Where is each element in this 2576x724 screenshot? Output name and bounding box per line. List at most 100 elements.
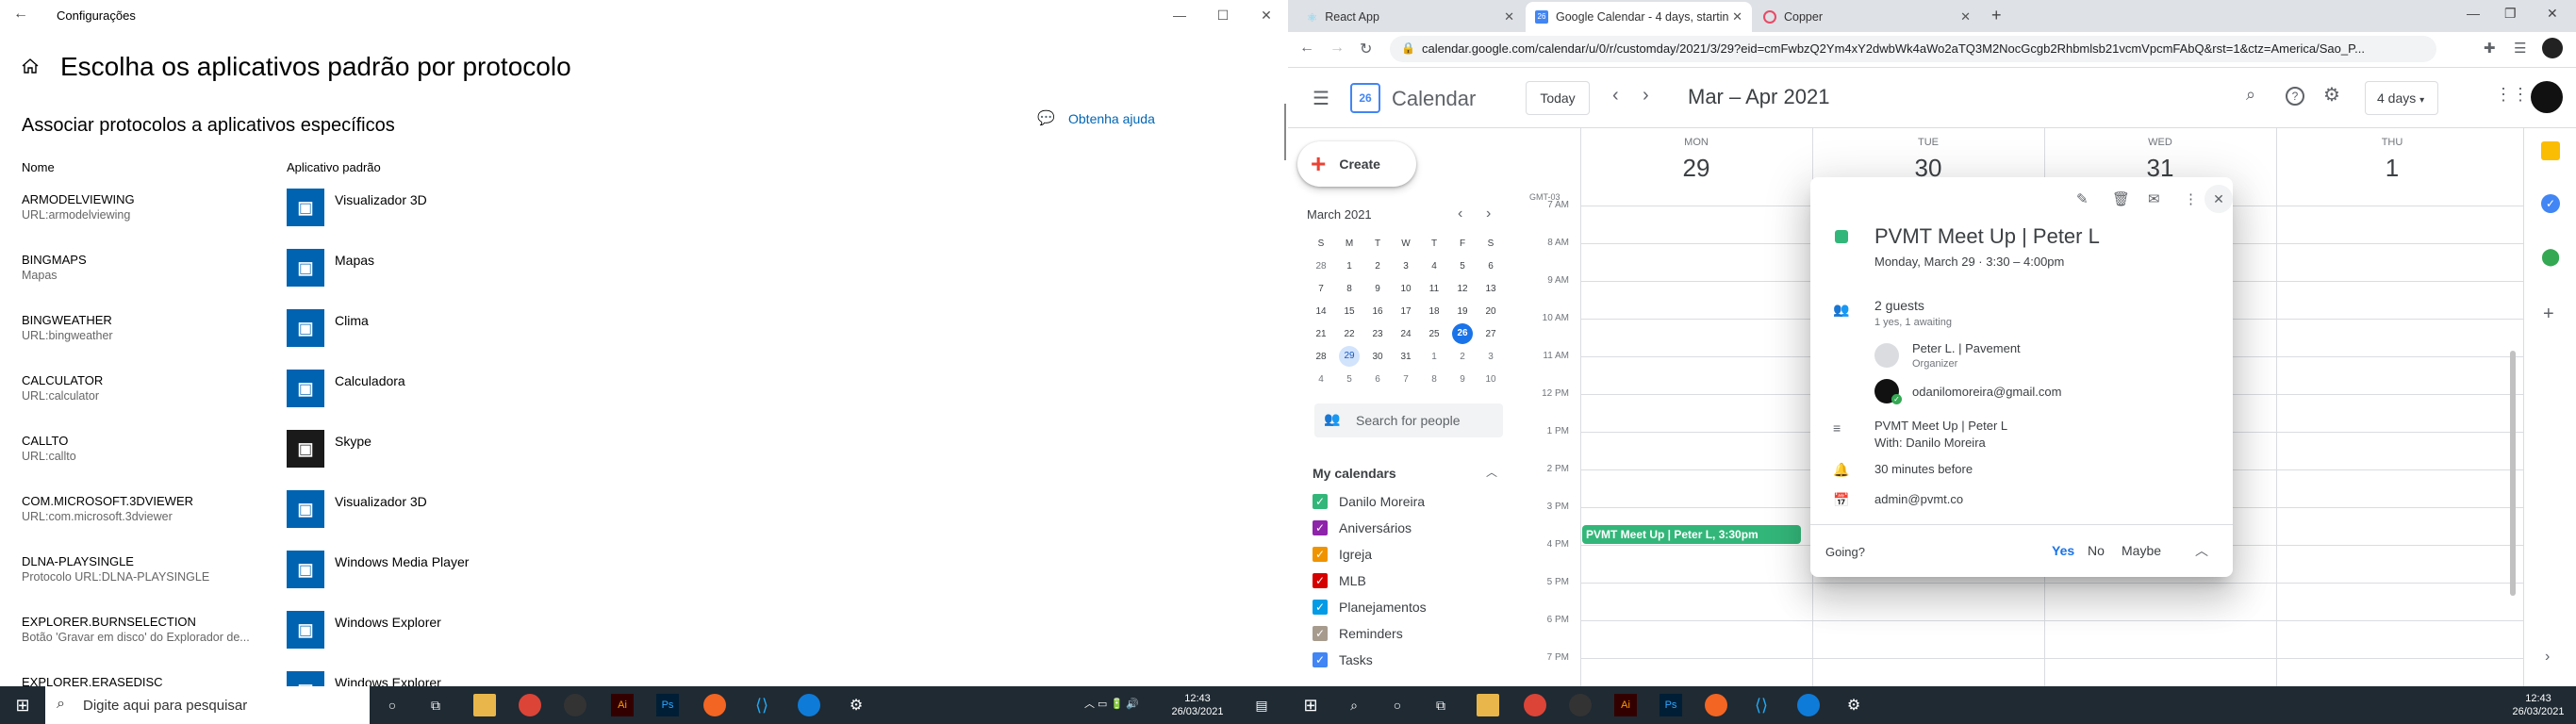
help-icon[interactable]: ?	[2286, 87, 2304, 106]
cube-3d-icon[interactable]: ▣	[287, 490, 324, 528]
rsvp-maybe-button[interactable]: Maybe	[2122, 543, 2161, 558]
github-icon[interactable]	[564, 694, 586, 716]
search-people-input[interactable]: 👥 Search for people	[1314, 403, 1503, 437]
windows-start-icon[interactable]: ⊞	[1299, 694, 1322, 716]
default-app-button[interactable]: Mapas	[335, 253, 374, 268]
mini-day[interactable]: 10	[1392, 277, 1420, 300]
restore-icon[interactable]: ❐	[2504, 6, 2517, 22]
mini-day[interactable]: 7	[1392, 368, 1420, 390]
close-popup-icon[interactable]: ✕	[2204, 185, 2233, 213]
edge-icon[interactable]	[798, 694, 820, 716]
skype-icon[interactable]: ▣	[287, 430, 324, 468]
default-app-button[interactable]: Calculadora	[335, 373, 405, 388]
tab-close-icon[interactable]: ✕	[1732, 9, 1742, 25]
help-link[interactable]: Obtenha ajuda	[1068, 111, 1155, 126]
create-button[interactable]: + Create	[1297, 141, 1416, 187]
checkbox-checked-icon[interactable]: ✓	[1313, 573, 1328, 588]
tab-close-icon[interactable]: ✕	[1504, 9, 1514, 25]
edge-icon[interactable]	[1797, 694, 1820, 716]
profile-avatar[interactable]	[2542, 38, 2563, 58]
guest-name[interactable]: Peter L. | Pavement	[1912, 341, 2021, 355]
add-addon-icon[interactable]: +	[2543, 304, 2554, 325]
mini-day[interactable]: 28	[1307, 255, 1335, 277]
account-avatar[interactable]	[2531, 81, 2563, 113]
mini-day[interactable]: 1	[1420, 345, 1448, 368]
mini-prev-icon[interactable]: ‹	[1458, 206, 1462, 222]
taskbar-search[interactable]: ⌕ Digite aqui para pesquisar	[45, 686, 370, 724]
rsvp-yes-button[interactable]: Yes	[2052, 543, 2074, 558]
checkbox-checked-icon[interactable]: ✓	[1313, 626, 1328, 641]
mini-day[interactable]: 2	[1363, 255, 1392, 277]
close-icon[interactable]: ✕	[1245, 0, 1288, 30]
day-column-thu[interactable]	[2276, 128, 2277, 686]
settings-gear-icon[interactable]: ⚙	[1842, 694, 1865, 716]
mini-day[interactable]: 6	[1363, 368, 1392, 390]
mini-day[interactable]: 20	[1477, 300, 1505, 322]
maximize-icon[interactable]: ☐	[1201, 0, 1245, 30]
default-app-button[interactable]: Clima	[335, 313, 369, 328]
mini-day[interactable]: 13	[1477, 277, 1505, 300]
rsvp-no-button[interactable]: No	[2088, 543, 2105, 558]
mini-day[interactable]: 22	[1335, 322, 1363, 345]
mini-day[interactable]: 15	[1335, 300, 1363, 322]
chrome-icon[interactable]	[1524, 694, 1546, 716]
clock[interactable]: 12:43 26/03/2021	[1169, 692, 1226, 718]
postman-icon[interactable]	[1705, 694, 1727, 716]
day-number[interactable]: 1	[2284, 154, 2501, 183]
search-icon[interactable]: ⌕	[2246, 85, 2255, 105]
cortana-icon[interactable]: ○	[381, 694, 404, 716]
mini-day[interactable]: 26	[1448, 322, 1477, 345]
back-arrow-icon[interactable]: ←	[13, 6, 28, 23]
extensions-icon[interactable]: ✚	[2484, 40, 2496, 57]
github-icon[interactable]	[1569, 694, 1592, 716]
mini-day[interactable]: 3	[1392, 255, 1420, 277]
mini-day[interactable]: 10	[1477, 368, 1505, 390]
prev-period-icon[interactable]: ‹	[1612, 85, 1619, 107]
day-number[interactable]: 29	[1588, 154, 1805, 183]
mini-day[interactable]: 30	[1363, 345, 1392, 368]
tab-react-app[interactable]: ⚛ React App ✕	[1297, 2, 1524, 32]
mini-day[interactable]: 5	[1448, 255, 1477, 277]
illustrator-icon[interactable]: Ai	[611, 694, 634, 716]
guest-email[interactable]: odanilomoreira@gmail.com	[1912, 385, 2061, 399]
mini-day[interactable]: 19	[1448, 300, 1477, 322]
tab-copper[interactable]: Copper ✕	[1754, 2, 1980, 32]
default-app-button[interactable]: Visualizador 3D	[335, 192, 427, 207]
clock[interactable]: 12:43 26/03/2021	[2510, 692, 2567, 718]
default-app-button[interactable]: Windows Explorer	[335, 675, 441, 686]
mini-day[interactable]: 25	[1420, 322, 1448, 345]
minimize-icon[interactable]: —	[2467, 6, 2480, 21]
illustrator-icon[interactable]: Ai	[1614, 694, 1637, 716]
back-icon[interactable]: ←	[1299, 40, 1314, 57]
mini-day[interactable]: 17	[1392, 300, 1420, 322]
close-icon[interactable]: ✕	[2547, 6, 2558, 22]
main-menu-icon[interactable]: ☰	[1313, 87, 1329, 110]
day-header[interactable]: THU 1	[2284, 137, 2501, 183]
tasks-icon[interactable]: ✓	[2541, 194, 2560, 213]
reload-icon[interactable]: ↻	[1360, 40, 1372, 58]
day-header[interactable]: WED 31	[2052, 137, 2269, 183]
checkbox-checked-icon[interactable]: ✓	[1313, 547, 1328, 562]
day-header[interactable]: TUE 30	[1820, 137, 2037, 183]
new-tab-icon[interactable]: +	[1991, 6, 2002, 25]
more-options-icon[interactable]: ⋮	[2184, 190, 2198, 207]
rsvp-expand-icon[interactable]: ︿	[2195, 541, 2208, 560]
windows-start-icon[interactable]: ⊞	[11, 694, 34, 716]
map-pin-icon[interactable]: ▣	[287, 249, 324, 287]
folder-icon[interactable]: ▣	[287, 611, 324, 649]
mini-day[interactable]: 4	[1307, 368, 1335, 390]
mini-day[interactable]: 5	[1335, 368, 1363, 390]
search-icon[interactable]: ⌕	[1343, 694, 1365, 716]
delete-trash-icon[interactable]: 🗑	[2112, 190, 2130, 207]
calendar-list-item[interactable]: ✓ Danilo Moreira	[1313, 492, 1425, 511]
reading-list-icon[interactable]: ☰	[2514, 40, 2526, 57]
default-app-button[interactable]: Windows Media Player	[335, 554, 469, 569]
mini-day[interactable]: 2	[1448, 345, 1477, 368]
mini-day[interactable]: 8	[1420, 368, 1448, 390]
task-view-icon[interactable]: ⧉	[1429, 694, 1452, 716]
mini-day[interactable]: 6	[1477, 255, 1505, 277]
edit-pencil-icon[interactable]: ✎	[2076, 190, 2089, 207]
default-app-button[interactable]: Windows Explorer	[335, 615, 441, 630]
expand-panel-icon[interactable]: ›	[2545, 649, 2550, 666]
mini-day[interactable]: 9	[1448, 368, 1477, 390]
